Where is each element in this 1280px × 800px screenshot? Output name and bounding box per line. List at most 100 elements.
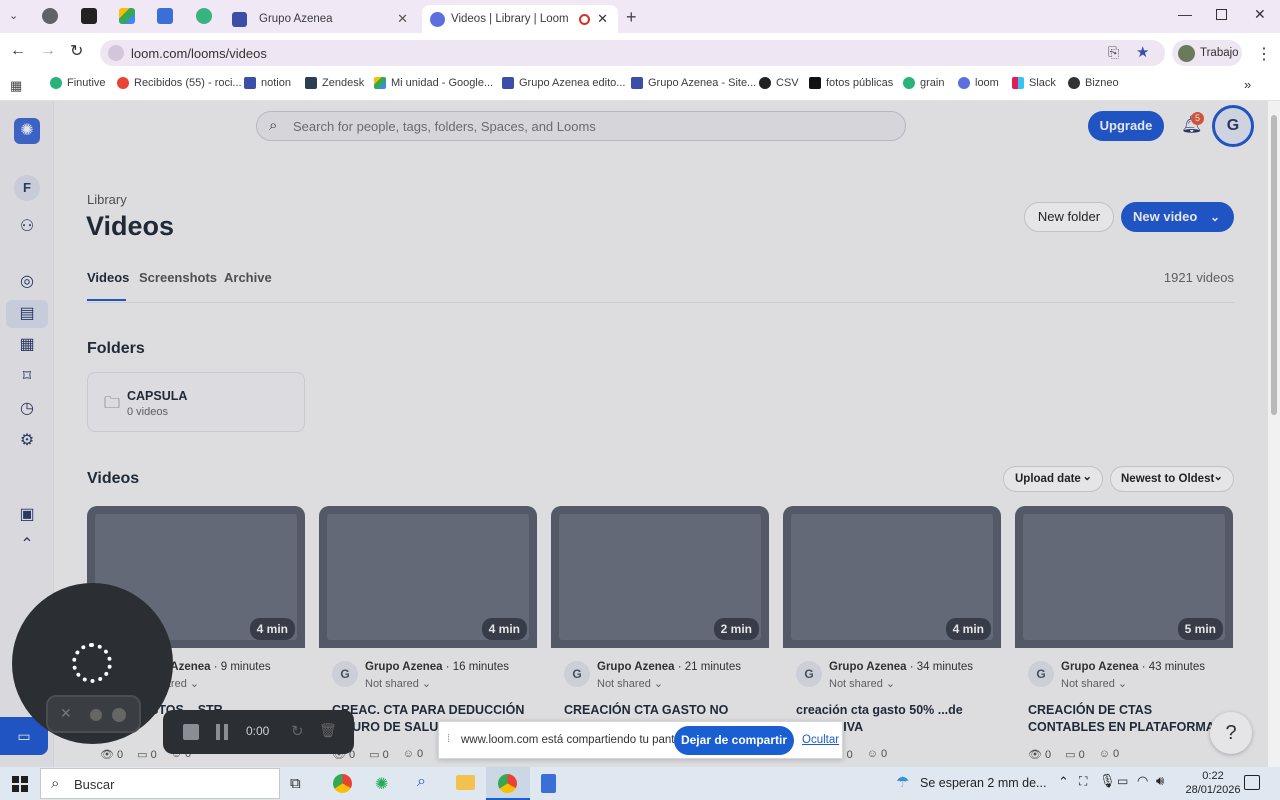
history-icon[interactable]: ◷ [17, 399, 37, 419]
site-info-icon[interactable] [108, 45, 124, 61]
windows-start-icon[interactable] [12, 776, 28, 792]
bookmark-item[interactable]: grain [903, 77, 944, 89]
new-folder-button[interactable]: New folder [1024, 202, 1114, 232]
bookmark-item[interactable]: Bizneo [1068, 77, 1119, 89]
bubble-size-large-icon[interactable] [112, 708, 126, 722]
task-view-icon[interactable]: ⧉ [290, 775, 301, 792]
close-tab-icon[interactable]: ✕ [397, 11, 408, 27]
user-avatar[interactable]: G [1212, 105, 1254, 147]
close-window-icon[interactable]: ✕ [1254, 6, 1266, 23]
active-taskbar-app[interactable] [486, 767, 530, 800]
share-status[interactable]: Not shared ⌄ [829, 677, 895, 690]
profile-icon[interactable]: ◎ [17, 272, 37, 292]
tab-screenshots[interactable]: Screenshots [139, 270, 217, 285]
forward-icon[interactable]: → [40, 42, 56, 60]
close-icon[interactable]: ✕ [60, 705, 72, 722]
close-tab-icon[interactable]: ✕ [597, 11, 608, 27]
sort-field-dropdown[interactable]: Upload date ⌄ [1003, 466, 1103, 492]
stop-recording-icon[interactable] [183, 724, 199, 740]
pinned-tab-icon[interactable] [81, 8, 97, 24]
url-text[interactable]: loom.com/looms/videos [131, 46, 267, 61]
share-status[interactable]: Not shared ⌄ [365, 677, 431, 690]
maximize-window-icon[interactable] [1216, 9, 1227, 20]
collapse-icon[interactable]: ⌃ [17, 535, 37, 555]
back-icon[interactable]: ← [10, 42, 26, 60]
clock-date[interactable]: 28/01/2026 [1181, 784, 1245, 796]
tab-grupo-azenea[interactable]: Grupo Azenea ✕ [222, 5, 418, 33]
video-card[interactable]: 5 min G Grupo Azenea · 43 minutes Not sh… [1015, 506, 1233, 766]
volume-icon[interactable]: 🔊︎ [1156, 773, 1164, 789]
tab-loom-videos[interactable]: Videos | Library | Loom ✕ [422, 5, 618, 33]
settings-gear-icon[interactable]: ⚙ [17, 431, 37, 451]
notifications-center-icon[interactable] [1244, 775, 1260, 790]
invite-user-icon[interactable]: ⚇ [17, 217, 37, 237]
bookmark-item[interactable]: notion [244, 77, 291, 89]
tray-chevron-icon[interactable]: ⌃ [1058, 774, 1069, 790]
pinned-tab-icon[interactable] [42, 8, 58, 24]
translate-icon[interactable]: ⎘ [1108, 44, 1119, 61]
bookmark-icon[interactable]: ⌑ [17, 367, 37, 387]
pinned-tab-icon[interactable] [196, 8, 212, 24]
bookmark-item[interactable]: CSV [759, 77, 799, 89]
apps-grid-icon[interactable]: ▦ [10, 78, 22, 94]
bookmark-item[interactable]: Slack [1012, 77, 1056, 89]
taskbar-search-box[interactable]: ⌕ Buscar [40, 768, 280, 799]
share-status[interactable]: Not shared ⌄ [1061, 677, 1127, 690]
search-input[interactable] [293, 116, 893, 136]
sort-order-dropdown[interactable]: Newest to Oldest ⌄ [1110, 466, 1234, 492]
folder-card[interactable]: 🗀︎ CAPSULA 0 videos [87, 372, 305, 432]
tray-app-icon[interactable]: ⛶ [1079, 774, 1087, 789]
tab-videos[interactable]: Videos [87, 270, 129, 285]
stop-sharing-button[interactable]: Dejar de compartir [674, 726, 794, 755]
calendar-icon[interactable]: ▦ [17, 335, 37, 355]
bookmark-item[interactable]: Finutive [50, 77, 106, 89]
wifi-icon[interactable]: ◠ [1137, 773, 1148, 789]
video-title[interactable]: CREACIÓN DE CTAS CONTABLES EN PLATAFORMA… [1028, 702, 1228, 736]
upgrade-button[interactable]: Upgrade [1088, 111, 1164, 141]
help-button[interactable]: ? [1210, 712, 1252, 754]
video-thumbnail[interactable]: 2 min [551, 506, 769, 648]
pause-icon[interactable] [216, 724, 220, 740]
delete-icon[interactable]: 🗑︎ [319, 722, 337, 739]
pinned-drive-icon[interactable] [119, 8, 135, 24]
new-video-button[interactable]: New video ⌄ [1121, 202, 1234, 232]
reload-icon[interactable]: ↻ [70, 41, 83, 61]
microphone-icon[interactable]: 🎙︎ [1099, 773, 1116, 789]
weather-text[interactable]: Se esperan 2 mm de... [920, 776, 1046, 790]
search-bar[interactable]: ⌕ [256, 111, 906, 141]
address-bar[interactable]: loom.com/looms/videos ⎘ ★ [100, 40, 1165, 66]
tab-archive[interactable]: Archive [224, 270, 272, 285]
calculator-icon[interactable] [541, 774, 556, 793]
new-tab-icon[interactable]: + [626, 7, 637, 28]
more-bookmarks-icon[interactable]: » [1244, 77, 1251, 92]
page-scrollbar[interactable] [1268, 101, 1280, 767]
restart-icon[interactable]: ↻ [291, 722, 304, 740]
bookmark-item[interactable]: Recibidos (55) - roci... [117, 77, 242, 89]
notes-icon[interactable]: ▣ [17, 505, 37, 525]
magnifier-icon[interactable]: ⌕ [417, 773, 426, 791]
share-status[interactable]: Not shared ⌄ [597, 677, 663, 690]
file-explorer-icon[interactable] [456, 775, 475, 790]
pinned-tab-icon[interactable] [157, 8, 173, 24]
minimize-window-icon[interactable]: — [1178, 6, 1192, 22]
video-thumbnail[interactable]: 4 min [783, 506, 1001, 648]
bookmark-item[interactable]: Grupo Azenea - Site... [631, 77, 756, 89]
hide-share-bar-link[interactable]: Ocultar [802, 734, 839, 746]
breadcrumb[interactable]: Library [87, 192, 127, 207]
battery-icon[interactable]: ▭ [1117, 774, 1128, 788]
chrome-icon[interactable] [333, 774, 352, 793]
tab-search-chevron-icon[interactable]: ⌄ [9, 9, 18, 22]
bookmark-star-icon[interactable]: ★ [1136, 43, 1149, 61]
video-thumbnail[interactable]: 5 min [1015, 506, 1233, 648]
bubble-size-small-icon[interactable] [90, 709, 102, 721]
weather-icon[interactable]: ☂ [896, 773, 909, 791]
library-icon[interactable]: ▤ [17, 304, 37, 324]
bookmark-item[interactable]: loom [958, 77, 999, 89]
bookmark-item[interactable]: fotos públicas [809, 77, 893, 89]
browser-menu-icon[interactable]: ⋮ [1256, 44, 1272, 64]
app-icon[interactable]: ✺ [375, 774, 388, 794]
bookmark-item[interactable]: Grupo Azenea edito... [502, 77, 625, 89]
clock-time[interactable]: 0:22 [1193, 770, 1233, 782]
video-title[interactable]: CREACIÓN CTA GASTO NO [564, 702, 764, 719]
bookmark-item[interactable]: Mi unidad - Google... [374, 77, 493, 89]
